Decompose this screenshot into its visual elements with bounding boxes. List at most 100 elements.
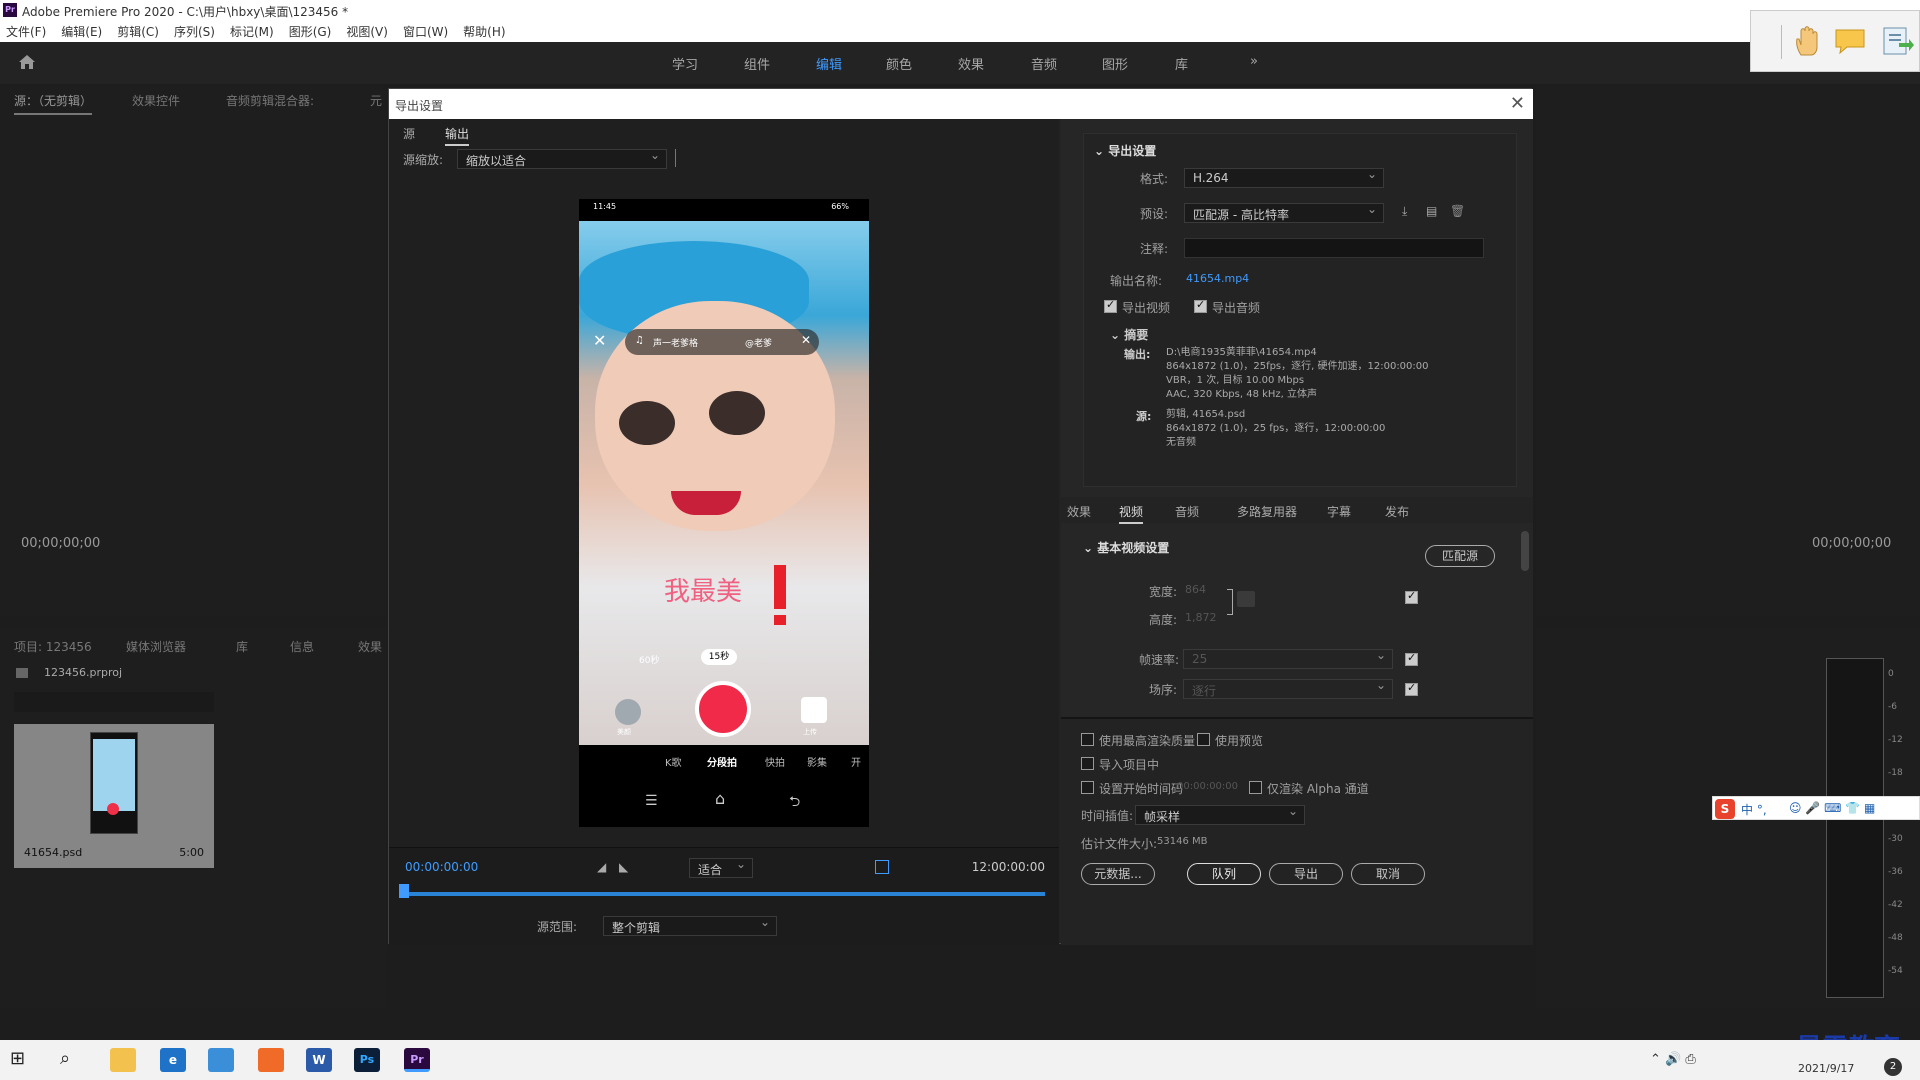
menu-sequence[interactable]: 序列(S): [174, 23, 215, 40]
match-source-button[interactable]: 匹配源: [1425, 545, 1495, 567]
menu-marker[interactable]: 标记(M): [230, 23, 274, 40]
windows-start-icon[interactable]: ⊞: [10, 1048, 36, 1072]
tab-effect-controls[interactable]: 效果控件: [132, 92, 180, 109]
metadata-button[interactable]: 元数据...: [1081, 863, 1155, 885]
beauty-avatar[interactable]: [615, 699, 641, 725]
export-settings-header[interactable]: ⌄ 导出设置: [1094, 142, 1156, 159]
workspace-color[interactable]: 颜色: [886, 54, 912, 73]
tab-audio-mixer[interactable]: 音频剪辑混合器:: [226, 92, 314, 109]
tab-audio-settings[interactable]: 音频: [1175, 503, 1199, 520]
ime-tools-icon[interactable]: ☺ 🎤 ⌨ 👕 ▦: [1789, 801, 1875, 815]
ime-mode[interactable]: 中 °,: [1741, 801, 1767, 818]
preset-select[interactable]: 匹配源 - 高比特率: [1184, 202, 1384, 223]
hand-icon[interactable]: [1793, 25, 1821, 57]
import-project-checkbox[interactable]: [1081, 757, 1094, 770]
search-icon[interactable]: ⌕: [60, 1048, 86, 1072]
tab-media-browser[interactable]: 媒体浏览器: [126, 638, 186, 655]
menu-view[interactable]: 视图(V): [346, 23, 388, 40]
menu-window[interactable]: 窗口(W): [403, 23, 448, 40]
use-preview-checkbox[interactable]: [1197, 733, 1210, 746]
menu-icon[interactable]: ☰: [645, 793, 658, 809]
tab-source-preview[interactable]: 源: [403, 125, 415, 142]
summary-header[interactable]: ⌄ 摘要: [1110, 326, 1148, 343]
set-timecode-checkbox[interactable]: [1081, 781, 1094, 794]
tab-quick[interactable]: 快拍: [765, 754, 785, 769]
playhead-handle[interactable]: [399, 884, 409, 898]
save-preset-icon[interactable]: ⤓: [1402, 204, 1407, 219]
project-search-input[interactable]: [14, 692, 214, 712]
notification-badge[interactable]: 2: [1884, 1058, 1902, 1076]
speed-60[interactable]: 60秒: [639, 653, 659, 666]
tab-live[interactable]: 开: [851, 754, 861, 769]
cancel-button[interactable]: 取消: [1351, 863, 1425, 885]
back-icon[interactable]: ⮌: [789, 791, 800, 815]
import-preset-icon[interactable]: ▤: [1426, 204, 1437, 218]
sogou-icon[interactable]: S: [1715, 799, 1735, 819]
timeline-start-timecode[interactable]: 00:00:00:00: [405, 860, 478, 874]
tab-effects[interactable]: 效果: [358, 638, 382, 655]
width-match-checkbox[interactable]: [1405, 589, 1418, 604]
close-icon[interactable]: ✕: [801, 333, 811, 347]
menu-graphics[interactable]: 图形(G): [289, 23, 332, 40]
scrollbar[interactable]: [1521, 531, 1529, 571]
workspace-graphics[interactable]: 图形: [1102, 54, 1128, 73]
tray-icons[interactable]: ⌃ 🔊 ⎙: [1650, 1052, 1696, 1067]
workspace-effects[interactable]: 效果: [958, 54, 984, 73]
premiere-icon[interactable]: Pr: [404, 1048, 430, 1072]
music-bar[interactable]: ♫ 声一老爹格 @老爹 ✕: [625, 329, 819, 355]
tab-segment[interactable]: 分段拍: [707, 754, 737, 769]
export-audio-checkbox[interactable]: [1194, 298, 1207, 313]
home-icon[interactable]: ⌂: [715, 789, 725, 808]
fps-match-checkbox[interactable]: [1405, 651, 1418, 666]
menu-clip[interactable]: 剪辑(C): [117, 23, 159, 40]
edge-icon[interactable]: e: [160, 1048, 186, 1072]
export-video-checkbox[interactable]: [1104, 298, 1117, 313]
tab-video-settings[interactable]: 视频: [1119, 503, 1144, 524]
export-doc-icon[interactable]: [1881, 25, 1915, 57]
basic-video-header[interactable]: ⌄ 基本视频设置: [1083, 539, 1169, 556]
app-icon[interactable]: [258, 1048, 284, 1072]
comment-input[interactable]: [1184, 238, 1484, 258]
tab-source[interactable]: 源：（无剪辑）: [14, 92, 93, 115]
workspace-assembly[interactable]: 组件: [744, 54, 770, 73]
mark-in-icon[interactable]: ◢: [597, 860, 606, 874]
queue-button[interactable]: 队列: [1187, 863, 1261, 885]
export-button[interactable]: 导出: [1269, 863, 1343, 885]
tab-karaoke[interactable]: K歌: [665, 754, 682, 769]
max-quality-checkbox[interactable]: [1081, 733, 1094, 746]
menu-edit[interactable]: 编辑(E): [61, 23, 102, 40]
tab-project[interactable]: 项目: 123456: [14, 638, 92, 655]
photoshop-icon[interactable]: Ps: [354, 1048, 380, 1072]
close-icon[interactable]: ✕: [1510, 93, 1525, 114]
workspace-libraries[interactable]: 库: [1175, 54, 1188, 73]
output-name-link[interactable]: 41654.mp4: [1186, 272, 1249, 285]
menu-help[interactable]: 帮助(H): [463, 23, 505, 40]
fps-select[interactable]: 25: [1183, 648, 1393, 669]
tab-multiplexer[interactable]: 多路复用器: [1237, 503, 1297, 520]
workspace-editing[interactable]: 编辑: [816, 54, 842, 73]
link-icon[interactable]: [1237, 591, 1255, 607]
tab-info[interactable]: 信息: [290, 638, 314, 655]
workspace-more[interactable]: »: [1250, 54, 1258, 69]
tab-publish[interactable]: 发布: [1385, 503, 1409, 520]
aspect-icon[interactable]: [875, 860, 889, 874]
tab-captions[interactable]: 字幕: [1327, 503, 1351, 520]
time-interp-select[interactable]: 帧采样: [1135, 804, 1305, 825]
format-select[interactable]: H.264: [1184, 167, 1384, 188]
photos-icon[interactable]: [208, 1048, 234, 1072]
record-button[interactable]: [695, 681, 751, 737]
upload-icon[interactable]: [801, 697, 827, 723]
menu-file[interactable]: 文件(F): [6, 23, 46, 40]
tab-effects-settings[interactable]: 效果: [1067, 503, 1091, 520]
mark-out-icon[interactable]: ◣: [619, 860, 628, 874]
source-range-select[interactable]: 整个剪辑: [603, 915, 777, 936]
tab-libraries[interactable]: 库: [236, 638, 248, 655]
field-match-checkbox[interactable]: [1405, 681, 1418, 696]
word-icon[interactable]: W: [306, 1048, 332, 1072]
fit-select[interactable]: 适合: [689, 857, 753, 878]
field-order-select[interactable]: 逐行: [1183, 678, 1393, 699]
clip-thumbnail[interactable]: 41654.psd 5:00: [14, 724, 214, 868]
alpha-only-checkbox[interactable]: [1249, 781, 1262, 794]
tab-output-preview[interactable]: 输出: [445, 125, 470, 146]
source-scale-select[interactable]: 缩放以适合: [457, 148, 667, 169]
